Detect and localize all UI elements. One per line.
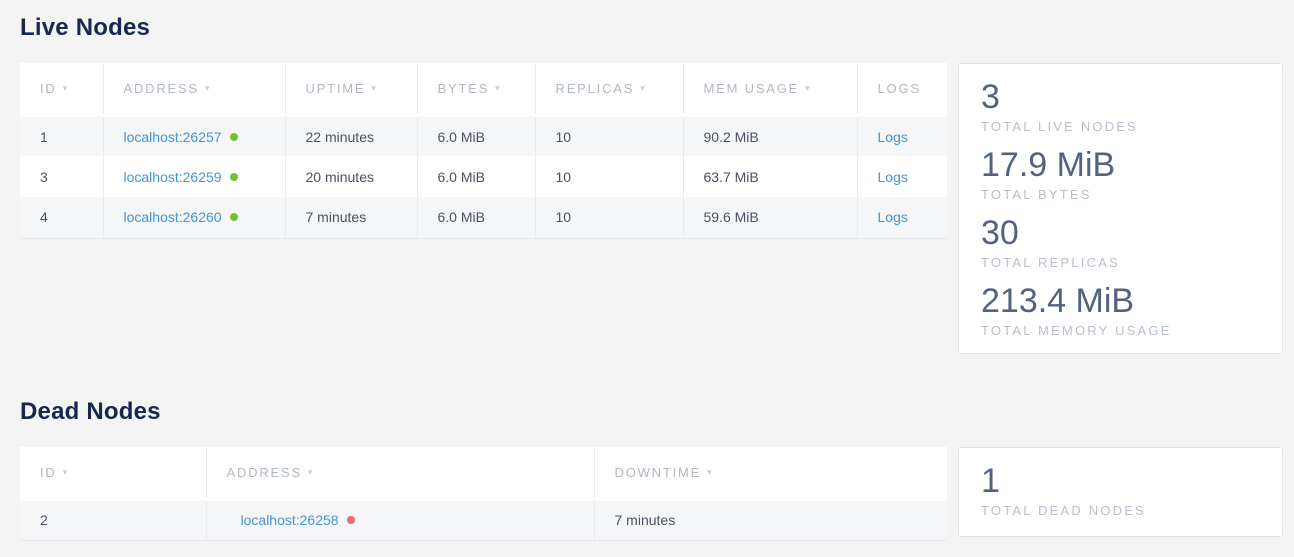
node-uptime-cell: 20 minutes <box>285 156 417 197</box>
sort-arrow-icon: ▾ <box>205 83 211 93</box>
node-address-cell: localhost:26257 <box>103 115 285 156</box>
node-id-cell: 4 <box>20 197 103 238</box>
sort-arrow-icon: ▾ <box>63 467 69 477</box>
column-header-mem-usage[interactable]: MEM USAGE ▾ <box>683 63 857 115</box>
logs-link[interactable]: Logs <box>878 209 908 225</box>
sort-arrow-icon: ▾ <box>63 83 69 93</box>
stat-total-replicas: 30 TOTAL REPLICAS <box>981 213 1264 271</box>
node-mem-usage-cell: 90.2 MiB <box>683 115 857 156</box>
column-header-label: LOGS <box>878 81 921 96</box>
stat-label: TOTAL BYTES <box>981 187 1264 203</box>
node-replicas-cell: 10 <box>535 156 683 197</box>
column-header-label: ID <box>40 465 57 480</box>
logs-link[interactable]: Logs <box>878 169 908 185</box>
stat-label: TOTAL REPLICAS <box>981 255 1264 271</box>
node-id-cell: 1 <box>20 115 103 156</box>
dead-status-icon <box>347 516 355 524</box>
node-address-cell: localhost:26258 <box>206 499 594 540</box>
column-header-logs: LOGS <box>857 63 947 115</box>
sort-arrow-icon: ▾ <box>495 83 501 93</box>
dead-table-header-row: ID ▾ ADDRESS ▾ DOWNTIME ▾ <box>20 447 947 499</box>
node-bytes-cell: 6.0 MiB <box>417 115 535 156</box>
stat-total-bytes: 17.9 MiB TOTAL BYTES <box>981 145 1264 203</box>
live-nodes-summary-card: 3 TOTAL LIVE NODES 17.9 MiB TOTAL BYTES … <box>958 63 1283 354</box>
live-node-row: 3 localhost:26259 20 minutes 6.0 MiB 10 … <box>20 156 947 197</box>
column-header-downtime[interactable]: DOWNTIME ▾ <box>594 447 947 499</box>
column-header-id[interactable]: ID ▾ <box>20 447 206 499</box>
stat-label: TOTAL MEMORY USAGE <box>981 323 1264 339</box>
node-address-link[interactable]: localhost:26259 <box>124 169 222 185</box>
node-logs-cell: Logs <box>857 156 947 197</box>
node-id-cell: 3 <box>20 156 103 197</box>
node-address-cell: localhost:26259 <box>103 156 285 197</box>
column-header-replicas[interactable]: REPLICAS ▾ <box>535 63 683 115</box>
node-bytes-cell: 6.0 MiB <box>417 156 535 197</box>
column-header-bytes[interactable]: BYTES ▾ <box>417 63 535 115</box>
cluster-nodes-page: Live Nodes ID ▾ ADDRESS ▾ UPTIME ▾ BYTES ▾ R… <box>0 0 1294 541</box>
column-header-label: REPLICAS <box>556 81 635 96</box>
node-logs-cell: Logs <box>857 197 947 238</box>
live-nodes-title: Live Nodes <box>20 0 1283 42</box>
node-replicas-cell: 10 <box>535 115 683 156</box>
sort-arrow-icon: ▾ <box>805 83 811 93</box>
column-header-label: ID <box>40 81 57 96</box>
live-nodes-section: ID ▾ ADDRESS ▾ UPTIME ▾ BYTES ▾ REPLICAS ▾ ME… <box>20 63 1283 354</box>
column-header-uptime[interactable]: UPTIME ▾ <box>285 63 417 115</box>
live-table-header-row: ID ▾ ADDRESS ▾ UPTIME ▾ BYTES ▾ REPLICAS ▾ ME… <box>20 63 947 115</box>
node-address-cell: localhost:26260 <box>103 197 285 238</box>
column-header-label: ADDRESS <box>124 81 199 96</box>
stat-value: 213.4 MiB <box>981 281 1264 321</box>
stat-label: TOTAL LIVE NODES <box>981 119 1264 135</box>
stat-label: TOTAL DEAD NODES <box>981 503 1264 519</box>
sort-arrow-icon: ▾ <box>707 467 713 477</box>
sort-arrow-icon: ▾ <box>371 83 377 93</box>
column-header-label: UPTIME <box>306 81 366 96</box>
logs-link[interactable]: Logs <box>878 129 908 145</box>
node-mem-usage-cell: 59.6 MiB <box>683 197 857 238</box>
healthy-status-icon <box>230 213 238 221</box>
stat-total-live-nodes: 3 TOTAL LIVE NODES <box>981 77 1264 135</box>
stat-value: 3 <box>981 77 1264 117</box>
sort-arrow-icon: ▾ <box>640 83 646 93</box>
stat-total-memory-usage: 213.4 MiB TOTAL MEMORY USAGE <box>981 281 1264 339</box>
healthy-status-icon <box>230 173 238 181</box>
node-address-link[interactable]: localhost:26260 <box>124 209 222 225</box>
column-header-label: DOWNTIME <box>615 465 702 480</box>
node-logs-cell: Logs <box>857 115 947 156</box>
live-nodes-table: ID ▾ ADDRESS ▾ UPTIME ▾ BYTES ▾ REPLICAS ▾ ME… <box>20 63 947 239</box>
column-header-label: ADDRESS <box>227 465 302 480</box>
live-node-row: 4 localhost:26260 7 minutes 6.0 MiB 10 5… <box>20 197 947 238</box>
dead-nodes-summary-card: 1 TOTAL DEAD NODES <box>958 447 1283 537</box>
stat-value: 1 <box>981 461 1264 501</box>
stat-value: 17.9 MiB <box>981 145 1264 185</box>
healthy-status-icon <box>230 133 238 141</box>
dead-node-row: 2 localhost:26258 7 minutes <box>20 499 947 540</box>
sort-arrow-icon: ▾ <box>308 467 314 477</box>
stat-value: 30 <box>981 213 1264 253</box>
node-mem-usage-cell: 63.7 MiB <box>683 156 857 197</box>
node-uptime-cell: 7 minutes <box>285 197 417 238</box>
column-header-label: MEM USAGE <box>704 81 800 96</box>
node-replicas-cell: 10 <box>535 197 683 238</box>
dead-nodes-title: Dead Nodes <box>20 354 1283 426</box>
column-header-address[interactable]: ADDRESS ▾ <box>103 63 285 115</box>
dead-nodes-section: ID ▾ ADDRESS ▾ DOWNTIME ▾ 2 localhost:26258… <box>20 447 1283 541</box>
column-header-label: BYTES <box>438 81 490 96</box>
node-downtime-cell: 7 minutes <box>594 499 947 540</box>
dead-nodes-table: ID ▾ ADDRESS ▾ DOWNTIME ▾ 2 localhost:26258… <box>20 447 947 541</box>
node-id-cell: 2 <box>20 499 206 540</box>
node-address-link[interactable]: localhost:26258 <box>241 512 339 528</box>
live-node-row: 1 localhost:26257 22 minutes 6.0 MiB 10 … <box>20 115 947 156</box>
stat-total-dead-nodes: 1 TOTAL DEAD NODES <box>981 461 1264 519</box>
column-header-id[interactable]: ID ▾ <box>20 63 103 115</box>
column-header-address[interactable]: ADDRESS ▾ <box>206 447 594 499</box>
node-address-link[interactable]: localhost:26257 <box>124 129 222 145</box>
node-bytes-cell: 6.0 MiB <box>417 197 535 238</box>
node-uptime-cell: 22 minutes <box>285 115 417 156</box>
